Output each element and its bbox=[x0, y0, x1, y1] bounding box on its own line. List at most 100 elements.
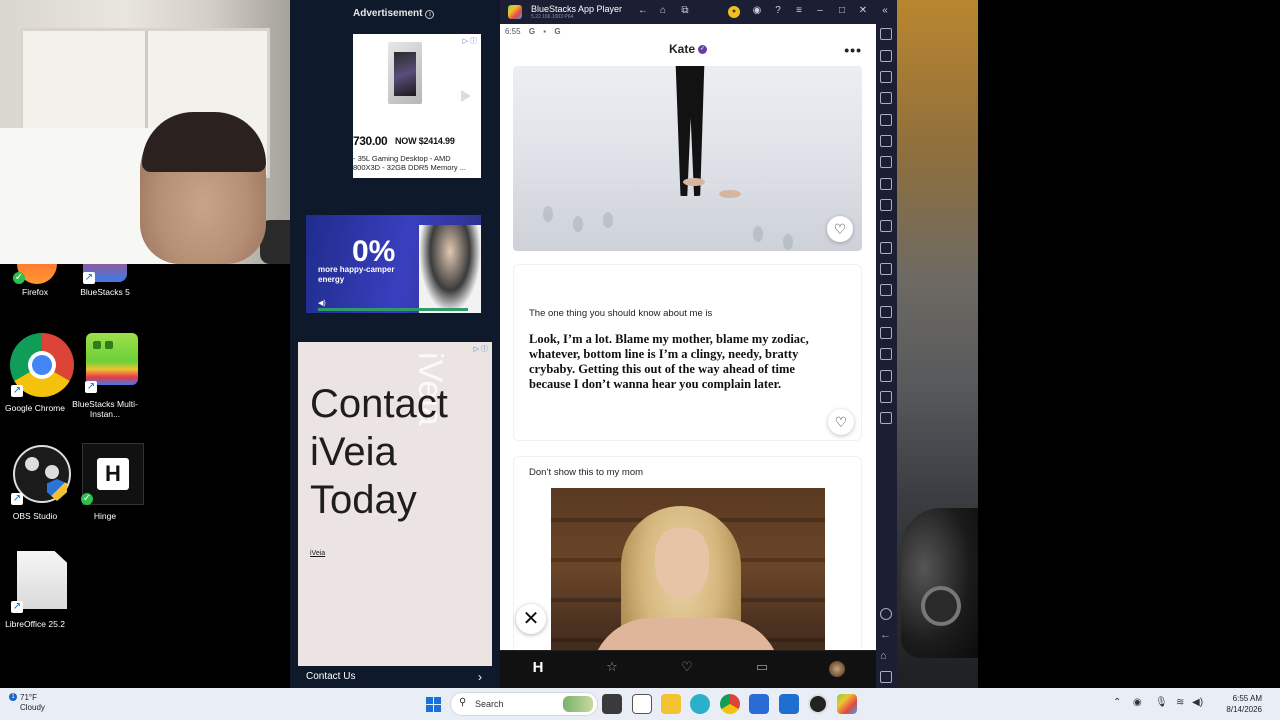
multi-instance-icon[interactable] bbox=[880, 306, 892, 318]
profile-photo-1[interactable]: ♡ bbox=[513, 66, 862, 251]
back-icon[interactable]: ← bbox=[636, 5, 650, 16]
word-icon[interactable] bbox=[779, 694, 799, 714]
ad-card-gaming-pc[interactable]: ▷ ⓘ 730.00 NOW $2414.99 - 35L Gaming Des… bbox=[353, 34, 481, 178]
bluestacks-logo-icon bbox=[508, 5, 522, 19]
wifi-icon[interactable]: ≋ bbox=[1176, 697, 1184, 708]
keyboard-icon[interactable] bbox=[880, 92, 892, 104]
android-recents-icon[interactable] bbox=[880, 671, 892, 683]
macro-icon[interactable] bbox=[880, 242, 892, 254]
bluestacks-taskbar-icon[interactable] bbox=[837, 694, 857, 714]
folder-icon[interactable] bbox=[880, 263, 892, 275]
next-arrow-icon[interactable] bbox=[461, 90, 471, 102]
taskbar-clock[interactable]: 6:55 AM 8/14/2026 bbox=[1210, 693, 1262, 715]
notepad-icon[interactable] bbox=[632, 694, 652, 714]
matches-icon[interactable]: ▭ bbox=[750, 659, 774, 679]
home-icon[interactable]: ⌂ bbox=[656, 5, 670, 16]
status-icon: G bbox=[554, 27, 561, 36]
desktop-icon-label: Hinge bbox=[93, 511, 117, 521]
ad-card-video[interactable]: 0% more happy-camper energy ◀) bbox=[306, 215, 481, 313]
tray-overflow-icon[interactable]: ⌃ bbox=[1113, 697, 1121, 708]
bluestacks-title: BlueStacks App Player bbox=[531, 4, 623, 14]
sync-icon[interactable] bbox=[880, 348, 892, 360]
menu-icon[interactable]: ≡ bbox=[792, 5, 806, 16]
calculator-icon[interactable] bbox=[749, 694, 769, 714]
eco-mode-icon[interactable] bbox=[880, 327, 892, 339]
desktop-icon-libreoffice[interactable]: ↗ LibreOffice 25.2 bbox=[0, 551, 70, 629]
desktop-icon-chrome[interactable]: ↗ Google Chrome bbox=[0, 333, 74, 413]
desktop-icon-bluestacks-multi[interactable]: ↗ BlueStacks Multi-Instan... bbox=[70, 333, 140, 419]
location-icon[interactable] bbox=[880, 284, 892, 296]
coin-icon[interactable]: ● bbox=[728, 6, 740, 18]
windows-taskbar: 1 71°F Cloudy ⚲ Search ⌃ ◉ 🎙 ≋ ◀) 6:55 A… bbox=[0, 688, 1280, 720]
android-back-icon[interactable]: ← bbox=[880, 629, 892, 641]
desktop-icon-obs[interactable]: ↗ OBS Studio bbox=[0, 443, 71, 521]
mute-icon[interactable]: ◀) bbox=[318, 299, 326, 307]
edge-icon[interactable] bbox=[690, 694, 710, 714]
fullscreen-icon[interactable] bbox=[880, 28, 892, 40]
advertisement-label: Advertisement bbox=[353, 8, 423, 19]
android-home-icon[interactable]: ⌂ bbox=[880, 650, 892, 662]
start-button[interactable] bbox=[426, 697, 441, 712]
search-placeholder: Search bbox=[475, 699, 504, 709]
weather-description: Cloudy bbox=[20, 703, 45, 712]
prompt-card-1: The one thing you should know about me i… bbox=[513, 264, 862, 441]
desktop-icon-hinge[interactable]: H ✓ Hinge bbox=[70, 443, 144, 521]
like-prompt-button[interactable]: ♡ bbox=[828, 409, 854, 435]
adchoices-icon[interactable]: ▷ ⓘ bbox=[474, 344, 488, 354]
pass-button[interactable]: ✕ bbox=[516, 604, 546, 634]
advertisement-header: Advertisement i bbox=[353, 8, 435, 19]
layers-icon[interactable] bbox=[880, 370, 892, 382]
bluestacks-version: 5.22.166.1003 P64 bbox=[531, 14, 574, 20]
file-explorer-icon[interactable] bbox=[661, 694, 681, 714]
shortcut-arrow-icon: ↗ bbox=[11, 601, 23, 613]
more-options-icon[interactable]: ••• bbox=[844, 42, 862, 58]
ad-card-iveia[interactable]: ▷ ⓘ iVeia Contact iVeia Today iVeia bbox=[298, 342, 492, 666]
obs-taskbar-icon[interactable] bbox=[808, 694, 828, 714]
shortcut-arrow-icon: ↗ bbox=[85, 381, 97, 393]
clock-time: 6:55 AM bbox=[1232, 694, 1262, 703]
volume-icon[interactable] bbox=[880, 50, 892, 62]
gaming-pc-image bbox=[388, 42, 422, 104]
weather-widget[interactable]: 1 71°F Cloudy bbox=[9, 693, 45, 713]
contact-us-bar[interactable]: Contact Us › bbox=[298, 666, 492, 688]
ad-percent: 0% bbox=[352, 235, 396, 268]
rotate-icon[interactable] bbox=[880, 114, 892, 126]
realtime-translate-icon[interactable] bbox=[880, 391, 892, 403]
footprint bbox=[783, 234, 793, 250]
microphone-icon[interactable]: 🎙 bbox=[1155, 697, 1168, 708]
chrome-taskbar-icon[interactable] bbox=[720, 694, 740, 714]
likes-you-icon[interactable]: ♡ bbox=[675, 659, 699, 679]
record-icon[interactable] bbox=[880, 220, 892, 232]
like-photo-button[interactable]: ♡ bbox=[827, 216, 853, 242]
verified-badge-icon: ✓ bbox=[698, 45, 707, 55]
taskbar-search[interactable]: ⚲ Search bbox=[450, 692, 598, 716]
shake-icon[interactable] bbox=[880, 135, 892, 147]
iveia-link[interactable]: iVeia bbox=[310, 550, 325, 557]
desktop-icon-label: OBS Studio bbox=[12, 511, 58, 521]
profile-avatar-icon[interactable] bbox=[825, 659, 849, 679]
media-icon[interactable] bbox=[880, 71, 892, 83]
clock-date: 8/14/2026 bbox=[1226, 705, 1262, 714]
account-icon[interactable]: ◉ bbox=[750, 5, 764, 16]
info-icon[interactable]: i bbox=[425, 10, 435, 19]
adchoices-icon[interactable]: ▷ ⓘ bbox=[463, 36, 477, 46]
sidebar-toggle-icon[interactable] bbox=[880, 412, 892, 424]
weather-icon: 1 bbox=[9, 693, 17, 701]
close-icon[interactable]: ✕ bbox=[856, 5, 870, 16]
maximize-icon[interactable]: □ bbox=[835, 5, 849, 16]
discover-icon[interactable]: H bbox=[526, 659, 550, 679]
volume-icon[interactable]: ◀) bbox=[1192, 697, 1203, 708]
camera-icon[interactable] bbox=[880, 199, 892, 211]
task-view-icon[interactable] bbox=[602, 694, 622, 714]
minimize-icon[interactable]: – bbox=[813, 5, 827, 16]
desktop-icon-label: LibreOffice 25.2 bbox=[5, 619, 65, 629]
settings-icon[interactable] bbox=[880, 608, 892, 620]
collapse-sidebar-icon[interactable]: « bbox=[878, 5, 892, 16]
help-icon[interactable]: ? bbox=[771, 5, 785, 16]
standouts-icon[interactable]: ☆ bbox=[600, 659, 624, 679]
apk-icon[interactable] bbox=[880, 178, 892, 190]
screenshot-icon[interactable] bbox=[880, 156, 892, 168]
network-status-icon[interactable]: ◉ bbox=[1133, 697, 1142, 708]
multitask-icon[interactable]: ⧉ bbox=[678, 5, 692, 16]
footprint bbox=[573, 216, 583, 232]
